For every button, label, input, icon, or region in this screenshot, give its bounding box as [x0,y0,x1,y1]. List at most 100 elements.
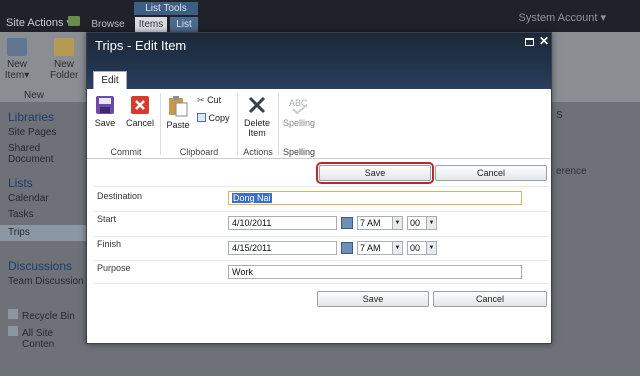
start-minute-value: 00 [410,218,421,228]
group-divider [237,93,238,155]
cancel-button-top[interactable]: Cancel [435,165,547,181]
new-folder-icon [54,38,74,56]
ribbon-paste-button[interactable]: Paste [165,95,191,130]
row-divider [93,260,549,261]
ribbon-cut-button[interactable]: ✂ Cut [197,95,221,106]
destination-field[interactable]: Dong Nai [228,191,522,205]
purpose-label: Purpose [97,263,131,273]
ribbon-spelling-button[interactable]: ABC Spelling [281,95,317,128]
row-divider [93,236,549,237]
ribbon-cancel-label: Cancel [125,118,154,128]
new-item-label: New Item▾ [4,59,30,81]
group-label-commit: Commit [110,147,142,157]
finish-date-field[interactable]: 4/15/2011 [228,241,337,255]
group-label-clipboard: Clipboard [179,147,219,157]
start-label: Start [97,214,117,224]
delete-x-icon [248,96,266,114]
new-folder-button[interactable]: New Folder [50,38,78,81]
nav-all-site-content[interactable]: All Site Conten [22,328,86,350]
calendar-icon[interactable] [341,217,353,229]
chevron-down-icon: ▼ [392,242,402,254]
group-label-actions: Actions [243,147,273,157]
chevron-down-icon: ▼ [392,217,402,229]
ribbon-cancel-button[interactable]: Cancel [124,95,156,128]
account-menu[interactable]: System Account ▾ [519,11,606,24]
row-divider [93,283,549,284]
tab-browse[interactable]: Browse [88,17,128,32]
nav-shared-documents[interactable]: Shared Document [8,143,86,165]
ribbon-save-label: Save [94,118,116,128]
save-icon [96,96,114,114]
nav-calendar[interactable]: Calendar [8,193,49,204]
finish-minute-select[interactable]: 00 ▼ [407,241,437,255]
ribbon-copy-button[interactable]: Copy [197,113,230,123]
copy-icon [197,113,206,122]
start-minute-select[interactable]: 00 ▼ [407,216,437,230]
navigate-up-icon[interactable] [68,16,80,26]
cancel-button-bottom[interactable]: Cancel [433,291,547,307]
start-date-field[interactable]: 4/10/2011 [228,216,337,230]
paste-icon [169,96,188,117]
tab-items[interactable]: Items [135,17,167,32]
start-hour-value: 7 AM [360,218,381,228]
nav-recycle-bin[interactable]: Recycle Bin [22,311,75,322]
row-divider [93,186,549,187]
nav-trips[interactable]: Trips [8,227,30,238]
destination-label: Destination [97,191,143,201]
chevron-down-icon: ▼ [426,242,436,254]
nav-site-pages[interactable]: Site Pages [8,127,56,138]
nav-heading-libraries[interactable]: Libraries [8,110,54,124]
ribbon-paste-label: Paste [166,120,190,130]
quick-launch: Libraries Site Pages Shared Document Lis… [0,102,86,376]
finish-hour-select[interactable]: 7 AM ▼ [357,241,403,255]
cancel-icon [131,96,149,114]
group-divider [160,93,161,155]
background-right-column: S erence [552,102,640,376]
dialog-header: Trips - Edit Item ✕ Edit [87,33,551,90]
chevron-down-icon: ▼ [426,217,436,229]
ribbon-copy-label: Copy [208,113,230,123]
scissors-icon: ✂ [197,95,205,105]
ribbon-delete-item-label: Delete Item [243,118,270,138]
nav-heading-lists[interactable]: Lists [8,176,33,190]
right-fragment-erence: erence [556,166,587,177]
right-fragment-s: S [556,110,563,121]
save-button-top[interactable]: Save [316,162,434,184]
close-icon[interactable]: ✕ [539,34,549,48]
ribbon-cut-label: Cut [207,95,222,105]
row-divider [93,211,549,212]
dialog-ribbon: Save Cancel Paste ✂ Cut Copy Delete Item… [87,89,551,159]
new-folder-label: New Folder [50,59,79,81]
nav-tasks[interactable]: Tasks [8,209,34,220]
new-item-icon [7,38,27,56]
top-bar: Site Actions ▾ List Tools Browse Items L… [0,0,640,32]
start-hour-select[interactable]: 7 AM ▼ [357,216,403,230]
edit-form: Save Cancel Destination Dong Nai Start 4… [87,159,551,345]
finish-label: Finish [97,239,122,249]
spelling-icon: ABC [289,98,308,115]
save-button-bottom[interactable]: Save [317,291,429,307]
all-site-content-icon [8,326,18,336]
new-item-button[interactable]: New Item▾ [4,38,30,81]
finish-hour-value: 7 AM [360,243,381,253]
recycle-bin-icon [8,309,18,319]
ribbon-delete-item-button[interactable]: Delete Item [243,95,271,138]
maximize-icon[interactable] [525,38,534,46]
group-label-spelling: Spelling [282,147,316,157]
list-tools-label: List Tools [134,2,198,15]
edit-item-dialog: Trips - Edit Item ✕ Edit Save Cancel Pas… [86,32,552,344]
nav-team-discussion[interactable]: Team Discussion [8,276,84,287]
finish-minute-value: 00 [410,243,421,253]
tab-list[interactable]: List [170,17,198,32]
destination-value: Dong Nai [232,193,272,203]
dialog-title: Trips - Edit Item [95,38,187,53]
tab-edit[interactable]: Edit [93,71,127,90]
purpose-field[interactable]: Work [228,265,522,279]
ribbon-spelling-label: Spelling [282,118,316,128]
site-actions-menu[interactable]: Site Actions ▾ [6,16,72,29]
group-new-label: New [24,90,45,101]
ribbon-save-button[interactable]: Save [92,95,118,128]
nav-heading-discussions[interactable]: Discussions [8,259,72,273]
group-divider [278,93,279,155]
calendar-icon[interactable] [341,242,353,254]
